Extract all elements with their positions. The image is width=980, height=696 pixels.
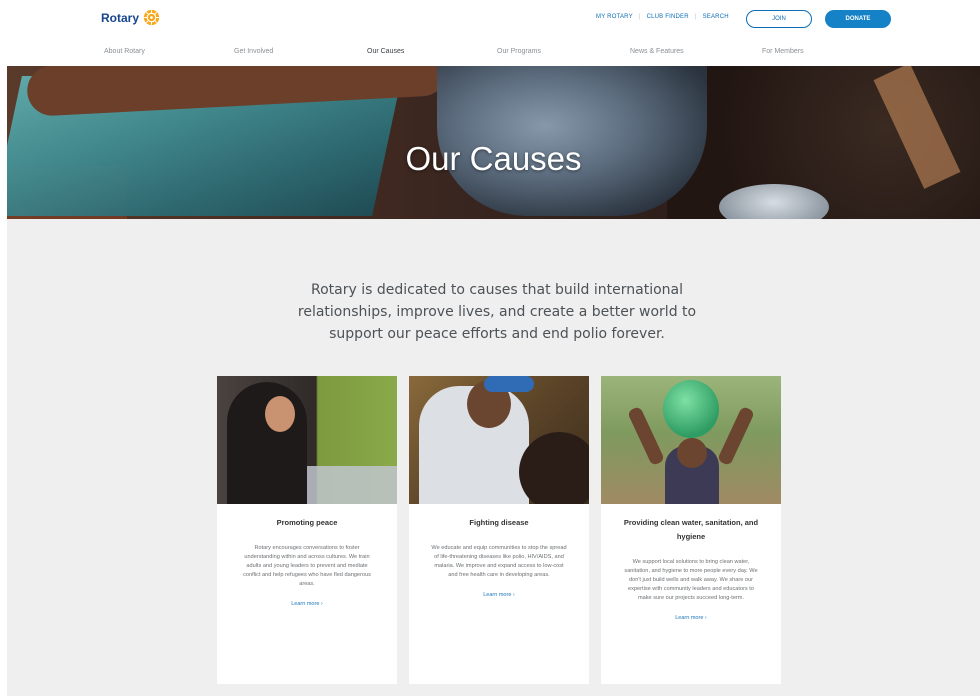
nav-get-involved[interactable]: Get Involved [234, 48, 273, 55]
card-photo-part [484, 376, 534, 392]
learn-more-link[interactable]: Learn more › [409, 592, 589, 598]
card-title: Providing clean water, sanitation, and h… [623, 518, 759, 541]
card-description: Rotary encourages conversations to foste… [243, 545, 371, 587]
rotary-wheel-icon [143, 9, 160, 26]
cause-card-peace[interactable]: Promoting peace Rotary encourages conver… [217, 376, 397, 684]
card-photo [409, 376, 589, 504]
club-finder-link[interactable]: CLUB FINDER [647, 14, 689, 20]
page-title: Our Causes [405, 140, 582, 178]
learn-more-link[interactable]: Learn more › [217, 601, 397, 607]
intro-text: Rotary is dedicated to causes that build… [297, 282, 697, 342]
logo-text: Rotary [101, 10, 140, 25]
rotary-logo[interactable]: Rotary [101, 9, 160, 26]
my-rotary-link[interactable]: MY ROTARY [596, 14, 633, 20]
learn-more-link[interactable]: Learn more › [601, 615, 781, 621]
nav-for-members[interactable]: For Members [762, 48, 804, 55]
card-photo-part [227, 382, 307, 504]
card-photo-part [716, 405, 756, 467]
card-description: We educate and equip communities to stop… [431, 545, 567, 578]
card-photo-part [307, 466, 397, 504]
card-description: We support local solutions to bring clea… [624, 559, 758, 601]
nav-our-causes[interactable]: Our Causes [367, 48, 404, 55]
top-bar: Rotary MY ROTARY | CLUB FINDER | SEARCH … [0, 0, 980, 40]
cause-card-disease[interactable]: Fighting disease We educate and equip co… [409, 376, 589, 684]
nav-news-features[interactable]: News & Features [630, 48, 684, 55]
main-content: Rotary is dedicated to causes that build… [7, 219, 980, 696]
card-photo-part [626, 405, 666, 467]
join-button[interactable]: JOIN [746, 10, 812, 28]
card-title: Promoting peace [276, 518, 338, 527]
nav-about-rotary[interactable]: About Rotary [104, 48, 145, 55]
donate-button[interactable]: DONATE [825, 10, 891, 28]
card-photo-part [519, 432, 589, 504]
card-photo [217, 376, 397, 504]
card-photo-part [265, 396, 295, 432]
hero-banner: Our Causes [7, 66, 980, 219]
search-link[interactable]: SEARCH [703, 14, 729, 20]
card-title: Fighting disease [469, 518, 529, 527]
card-photo-part [663, 380, 719, 438]
divider: | [694, 14, 697, 20]
card-photo-part [677, 438, 707, 468]
cause-card-water[interactable]: Providing clean water, sanitation, and h… [601, 376, 781, 684]
card-photo [601, 376, 781, 504]
main-nav: About Rotary Get Involved Our Causes Our… [0, 40, 980, 66]
utility-links: MY ROTARY | CLUB FINDER | SEARCH [596, 14, 729, 20]
nav-our-programs[interactable]: Our Programs [497, 48, 541, 55]
divider: | [638, 14, 641, 20]
